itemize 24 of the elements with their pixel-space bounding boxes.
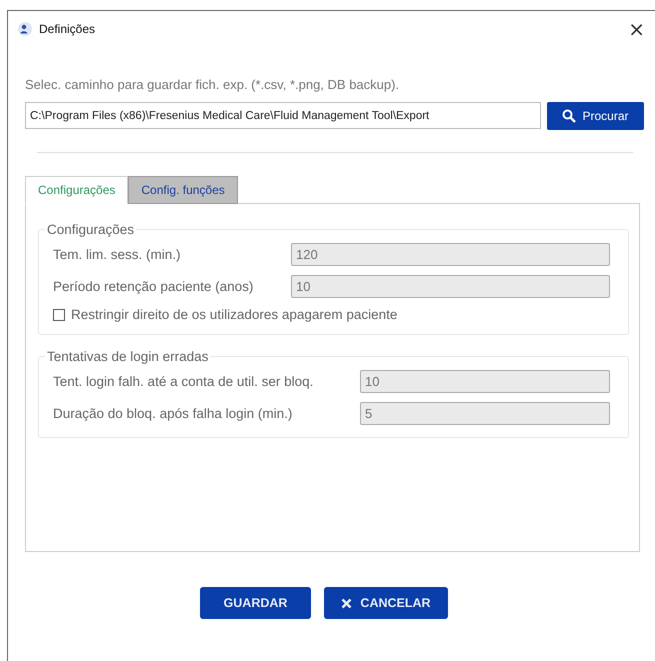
- tab[interactable]: Configurações: [25, 176, 128, 204]
- group-title: Tentativas de login erradas: [46, 349, 210, 364]
- close-icon: [341, 598, 352, 608]
- setting-label: Período retenção paciente (anos): [53, 279, 254, 294]
- setting-label: Tem. lim. sess. (min.): [53, 247, 182, 262]
- setting-field[interactable]: 10: [291, 275, 610, 298]
- setting-label: Tent. login falh. até a conta de util. ser bloq.: [53, 374, 314, 389]
- checkbox[interactable]: [53, 308, 65, 320]
- group-title: Configurações: [46, 222, 136, 237]
- close-button[interactable]: ×: [624, 17, 649, 41]
- cancel-button[interactable]: CANCELAR: [324, 587, 448, 619]
- browse-button[interactable]: Procurar: [547, 102, 644, 130]
- search-icon: [562, 109, 576, 123]
- window-title: Definições: [39, 22, 96, 36]
- export-path-label: Selec. caminho para guardar fich. exp. (*.csv, *.png, DB backup).: [25, 77, 400, 92]
- save-button[interactable]: GUARDAR: [200, 587, 311, 619]
- setting-field[interactable]: 120: [291, 243, 610, 266]
- checkbox-label: Restringir direito de os utilizadores apagarem paciente: [71, 307, 398, 322]
- export-path-field[interactable]: C:\Program Files (x86)\Fresenius Medical Care\Fluid Management Tool\Export: [25, 102, 541, 129]
- app-icon: [18, 22, 32, 36]
- setting-field[interactable]: 5: [360, 402, 610, 425]
- setting-field[interactable]: 10: [360, 370, 610, 393]
- tab[interactable]: Config. funções: [128, 176, 238, 204]
- setting-label: Duração do bloq. após falha login (min.): [53, 406, 294, 421]
